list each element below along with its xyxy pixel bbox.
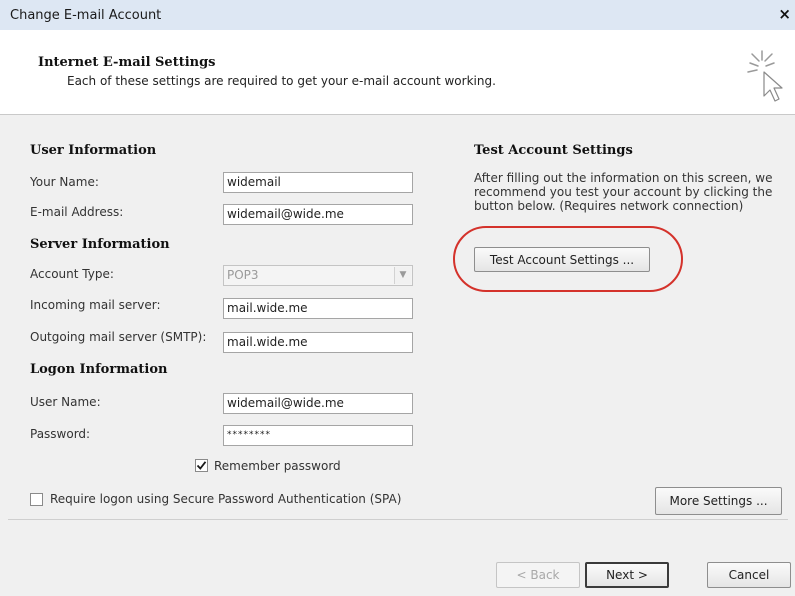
test-settings-heading: Test Account Settings (474, 143, 633, 158)
test-account-settings-button[interactable]: Test Account Settings ... (474, 247, 650, 272)
incoming-server-label: Incoming mail server: (30, 298, 161, 312)
footer-divider (8, 519, 788, 520)
back-button: < Back (496, 562, 580, 588)
account-type-select: POP3 ▼ (223, 265, 413, 286)
email-address-label: E-mail Address: (30, 205, 124, 219)
remember-password-checkbox[interactable] (195, 459, 208, 472)
title-bar: Change E-mail Account × (0, 0, 795, 30)
outgoing-server-label: Outgoing mail server (SMTP): (30, 330, 207, 344)
outgoing-server-field[interactable]: mail.wide.me (223, 332, 413, 353)
remember-password-label: Remember password (214, 459, 341, 473)
close-icon[interactable]: × (778, 5, 791, 23)
your-name-field[interactable]: widemail (223, 172, 413, 193)
dialog-header: Internet E-mail Settings Each of these s… (0, 30, 795, 115)
incoming-server-field[interactable]: mail.wide.me (223, 298, 413, 319)
header-subtitle: Each of these settings are required to g… (67, 74, 496, 88)
password-field[interactable]: ******** (223, 425, 413, 446)
account-type-label: Account Type: (30, 267, 114, 281)
test-settings-description: After filling out the information on thi… (474, 171, 773, 213)
cancel-button[interactable]: Cancel (707, 562, 791, 588)
checkmark-icon (196, 461, 207, 470)
username-label: User Name: (30, 395, 101, 409)
user-info-heading: User Information (30, 143, 157, 158)
spa-checkbox[interactable] (30, 493, 43, 506)
your-name-label: Your Name: (30, 175, 99, 189)
header-title: Internet E-mail Settings (38, 55, 216, 70)
more-settings-button[interactable]: More Settings ... (655, 487, 782, 515)
next-button[interactable]: Next > (585, 562, 669, 588)
spa-label: Require logon using Secure Password Auth… (50, 492, 402, 506)
email-address-field[interactable]: widemail@wide.me (223, 204, 413, 225)
server-info-heading: Server Information (30, 237, 170, 252)
username-field[interactable]: widemail@wide.me (223, 393, 413, 414)
wizard-cursor-icon (747, 50, 783, 102)
password-label: Password: (30, 427, 91, 441)
logon-info-heading: Logon Information (30, 362, 168, 377)
window-title: Change E-mail Account (10, 8, 162, 23)
account-type-value: POP3 (227, 268, 259, 282)
chevron-down-icon: ▼ (394, 267, 411, 284)
